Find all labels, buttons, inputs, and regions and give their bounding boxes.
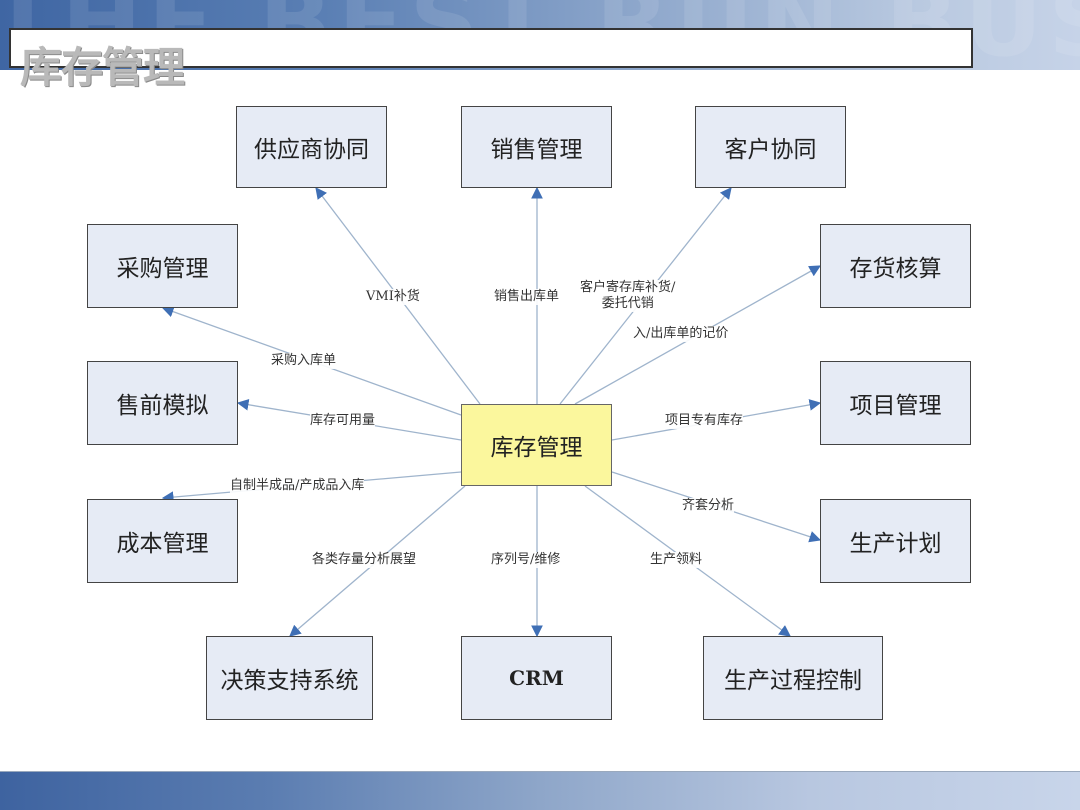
node-sales-management[interactable]: 销售管理 — [461, 106, 612, 188]
node-label: 售前模拟 — [116, 393, 209, 419]
node-label: 决策支持系统 — [220, 668, 359, 694]
node-cost-management[interactable]: 成本管理 — [87, 499, 238, 583]
edge-label-stock-analysis: 各类存量分析展望 — [312, 552, 417, 568]
edge-label-kitting-analysis: 齐套分析 — [682, 498, 735, 514]
node-label: 项目管理 — [849, 393, 942, 419]
node-decision-support-system[interactable]: 决策支持系统 — [206, 636, 373, 720]
edge-label-project-stock: 项目专有库存 — [665, 413, 744, 429]
edge-label-voucher-pricing: 入/出库单的记价 — [633, 326, 729, 342]
node-inventory-costing[interactable]: 存货核算 — [820, 224, 971, 308]
edge-label-serial-repair: 序列号/维修 — [491, 552, 561, 568]
node-label: 供应商协同 — [254, 137, 369, 163]
node-label: 采购管理 — [116, 256, 209, 282]
edge-label-sales-outbound: 销售出库单 — [494, 289, 560, 305]
node-customer-collaboration[interactable]: 客户协同 — [695, 106, 846, 188]
node-label: 成本管理 — [116, 531, 209, 557]
edge-label-vmi-replenishment: VMI补货 — [366, 289, 420, 305]
node-label: 生产过程控制 — [724, 668, 862, 694]
node-inventory-management[interactable]: 库存管理 — [461, 404, 612, 486]
footer-banner — [0, 771, 1080, 810]
node-crm[interactable]: CRM — [461, 636, 612, 720]
edge-label-consignment: 客户寄存库补货/ 委托代销 — [580, 280, 676, 312]
node-production-planning[interactable]: 生产计划 — [820, 499, 971, 583]
node-label: CRM — [509, 666, 564, 690]
node-presales-simulation[interactable]: 售前模拟 — [87, 361, 238, 445]
node-label: 客户协同 — [724, 137, 817, 163]
node-production-process-control[interactable]: 生产过程控制 — [703, 636, 883, 720]
node-label: 库存管理 — [490, 435, 583, 461]
node-project-management[interactable]: 项目管理 — [820, 361, 971, 445]
edge-label-purchase-receipt: 采购入库单 — [271, 353, 337, 369]
node-purchase-management[interactable]: 采购管理 — [87, 224, 238, 308]
edge-label-available-stock: 库存可用量 — [310, 413, 376, 429]
node-label: 存货核算 — [849, 256, 942, 282]
node-supplier-collaboration[interactable]: 供应商协同 — [236, 106, 387, 188]
node-label: 生产计划 — [849, 531, 942, 557]
edge-label-material-issue: 生产领料 — [650, 552, 703, 568]
edge-label-semi-finished-receipt: 自制半成品/产成品入库 — [230, 478, 365, 494]
node-label: 销售管理 — [490, 137, 583, 163]
